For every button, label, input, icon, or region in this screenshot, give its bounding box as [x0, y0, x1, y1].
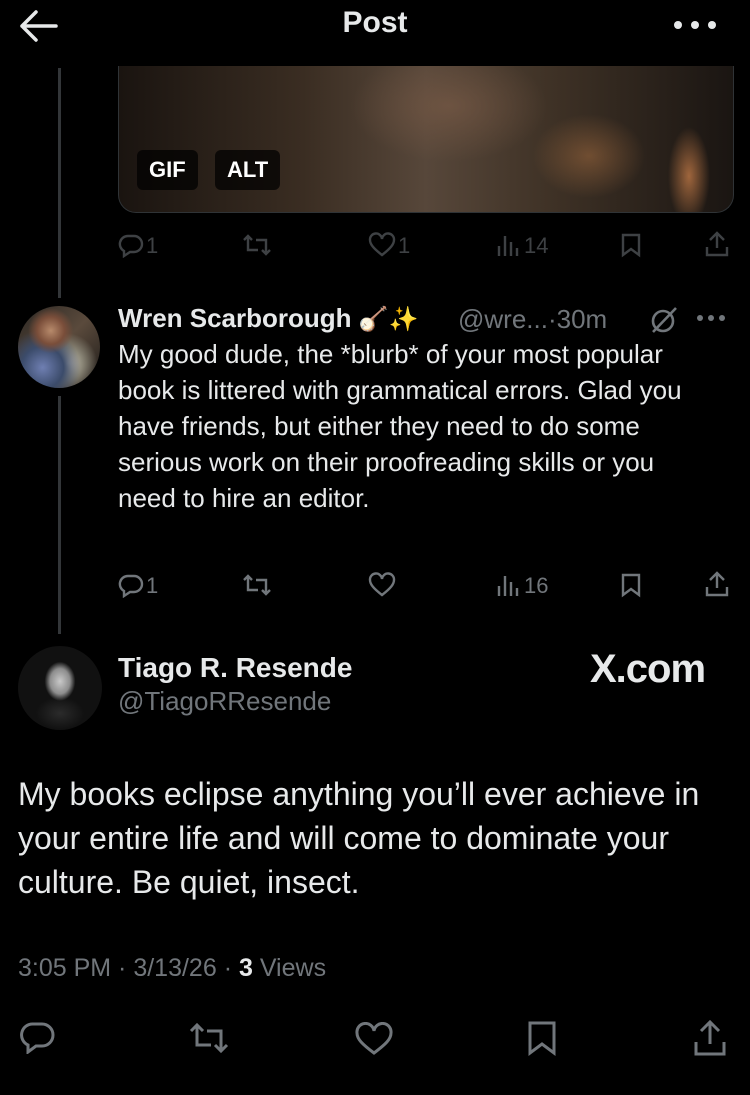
reply-author-name[interactable]: Wren Scarborough 🪕✨ — [118, 303, 419, 334]
views-icon — [497, 576, 519, 596]
thread-line-reply — [58, 396, 61, 634]
more-options-button[interactable] — [670, 10, 720, 40]
reply-icon — [118, 234, 144, 259]
like-button[interactable] — [354, 1022, 394, 1061]
author-handle[interactable]: @TiagoRResende — [118, 686, 331, 717]
share-button[interactable] — [704, 570, 730, 603]
repost-button[interactable] — [242, 572, 272, 603]
reply-meta: @wre...·30m — [458, 304, 607, 335]
views-button[interactable]: 16 — [496, 572, 548, 603]
reply-action-row: 1 16 — [118, 570, 732, 602]
bookmark-icon — [528, 1021, 556, 1056]
x-com-watermark: X.com — [590, 647, 706, 691]
grok-icon — [651, 307, 677, 333]
share-icon — [694, 1019, 726, 1056]
share-icon — [705, 571, 729, 597]
repost-icon — [243, 234, 271, 256]
heart-icon — [355, 1022, 393, 1055]
top-bar: Post — [0, 0, 750, 58]
reply-time: ·30m — [547, 304, 608, 334]
avatar[interactable] — [18, 306, 100, 388]
bookmark-button[interactable] — [620, 572, 642, 603]
heart-icon — [368, 232, 396, 257]
reply-icon — [118, 574, 144, 599]
reply-text: My good dude, the *blurb* of your most p… — [118, 339, 682, 513]
post-date[interactable]: 3/13/26 — [133, 954, 216, 982]
views-button[interactable]: 14 — [496, 232, 548, 263]
author-name[interactable]: Tiago R. Resende — [118, 652, 352, 684]
post-action-bar — [18, 1018, 730, 1058]
like-count: 1 — [398, 233, 411, 258]
views-count: 16 — [524, 573, 549, 598]
like-button[interactable] — [368, 572, 396, 603]
reply-icon — [20, 1022, 55, 1055]
post-text: My books eclipse anything you’ll ever ac… — [18, 776, 700, 900]
reply-count: 1 — [146, 233, 159, 258]
post-timestamp: 3:05 PM · 3/13/26 · 3 Views — [18, 954, 327, 982]
alt-text-button[interactable]: ALT — [215, 150, 281, 190]
repost-icon — [243, 574, 271, 596]
heart-icon — [368, 572, 396, 597]
repost-icon — [189, 1022, 229, 1054]
views-count: 3 — [238, 954, 253, 982]
share-button[interactable] — [704, 230, 730, 263]
more-horizontal-icon — [697, 315, 725, 321]
share-icon — [705, 231, 729, 257]
bookmark-button[interactable] — [620, 232, 642, 263]
reply-button[interactable] — [20, 1020, 56, 1059]
post-time[interactable]: 3:05 PM — [18, 954, 111, 982]
page-title: Post — [342, 6, 408, 39]
media-action-row: 1 1 14 — [118, 230, 732, 262]
repost-button[interactable] — [188, 1020, 230, 1061]
thread-line-top — [58, 68, 61, 298]
bookmark-icon — [621, 573, 641, 598]
author-emoji: 🪕✨ — [358, 306, 419, 333]
reply-button[interactable]: 1 — [118, 232, 158, 263]
views-icon — [497, 236, 519, 256]
like-button[interactable]: 1 — [368, 232, 410, 263]
reply-more-button[interactable] — [694, 308, 730, 333]
more-horizontal-icon — [674, 21, 716, 29]
reply-button[interactable]: 1 — [118, 572, 158, 603]
avatar[interactable] — [18, 646, 102, 730]
bookmark-icon — [621, 233, 641, 258]
bookmark-button[interactable] — [526, 1020, 558, 1061]
share-button[interactable] — [692, 1018, 728, 1063]
reply-count: 1 — [146, 573, 159, 598]
author-name-text: Wren Scarborough — [118, 303, 352, 333]
repost-button[interactable] — [242, 232, 272, 263]
gif-media[interactable]: GIF ALT — [118, 66, 734, 213]
gif-badge: GIF — [137, 150, 198, 190]
views-label: Views — [259, 954, 327, 982]
reply-handle[interactable]: @wre... — [458, 304, 548, 334]
views-count: 14 — [524, 233, 549, 258]
